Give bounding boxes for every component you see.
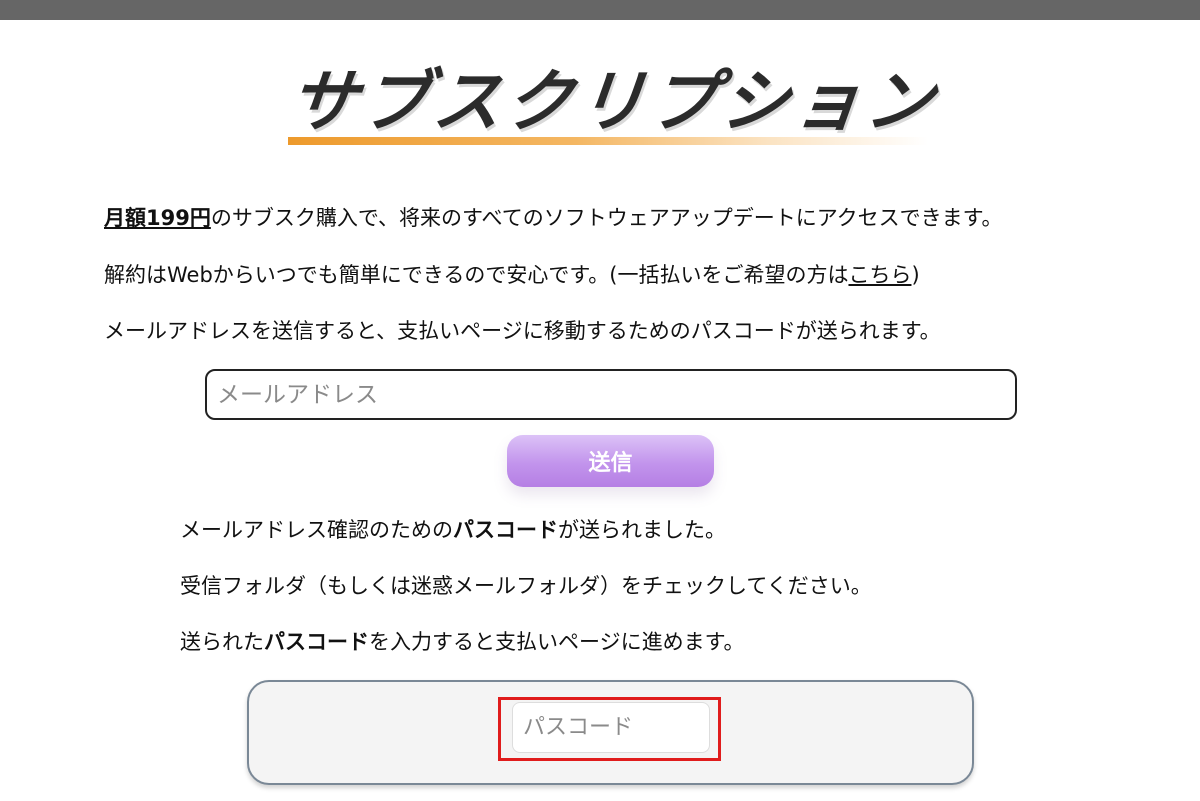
confirmation-line-sent: メールアドレス確認のためのパスコードが送られました。 (180, 514, 726, 544)
email-input[interactable] (205, 369, 1017, 420)
intro-line-cancel-suffix: ) (911, 263, 920, 287)
confirmation-line-enter-code: 送られたパスコードを入力すると支払いページに進めます。 (180, 626, 744, 656)
confirmation-line-enter-prefix: 送られた (180, 630, 264, 654)
title-underline (288, 137, 928, 145)
intro-line-price: 月額199円のサブスク購入で、将来のすべてのソフトウェアアップデートにアクセスで… (104, 202, 1003, 232)
confirmation-line-sent-suffix: が送られました。 (558, 518, 726, 542)
submit-button[interactable]: 送信 (507, 435, 714, 487)
lump-sum-link[interactable]: こちら (848, 263, 911, 287)
passcode-emphasis: パスコード (453, 518, 558, 542)
confirmation-line-check-inbox: 受信フォルダ（もしくは迷惑メールフォルダ）をチェックしてください。 (180, 574, 872, 598)
passcode-emphasis-2: パスコード (264, 630, 369, 654)
intro-line-cancel: 解約はWebからいつでも簡単にできるので安心です。(一括払いをご希望の方はこちら… (104, 259, 920, 289)
passcode-input[interactable] (512, 702, 710, 753)
top-bar (0, 0, 1200, 20)
confirmation-line-sent-prefix: メールアドレス確認のための (180, 518, 453, 542)
page-title: サブスクリプション (285, 63, 942, 142)
intro-line-email: メールアドレスを送信すると、支払いページに移動するためのパスコードが送られます。 (104, 319, 941, 343)
monthly-price: 月額199円 (104, 206, 211, 230)
confirmation-line-enter-suffix: を入力すると支払いページに進めます。 (369, 630, 745, 654)
intro-line-cancel-text: 解約はWebからいつでも簡単にできるので安心です。(一括払いをご希望の方は (104, 263, 849, 287)
intro-line-price-text: のサブスク購入で、将来のすべてのソフトウェアアップデートにアクセスできます。 (210, 206, 1003, 230)
